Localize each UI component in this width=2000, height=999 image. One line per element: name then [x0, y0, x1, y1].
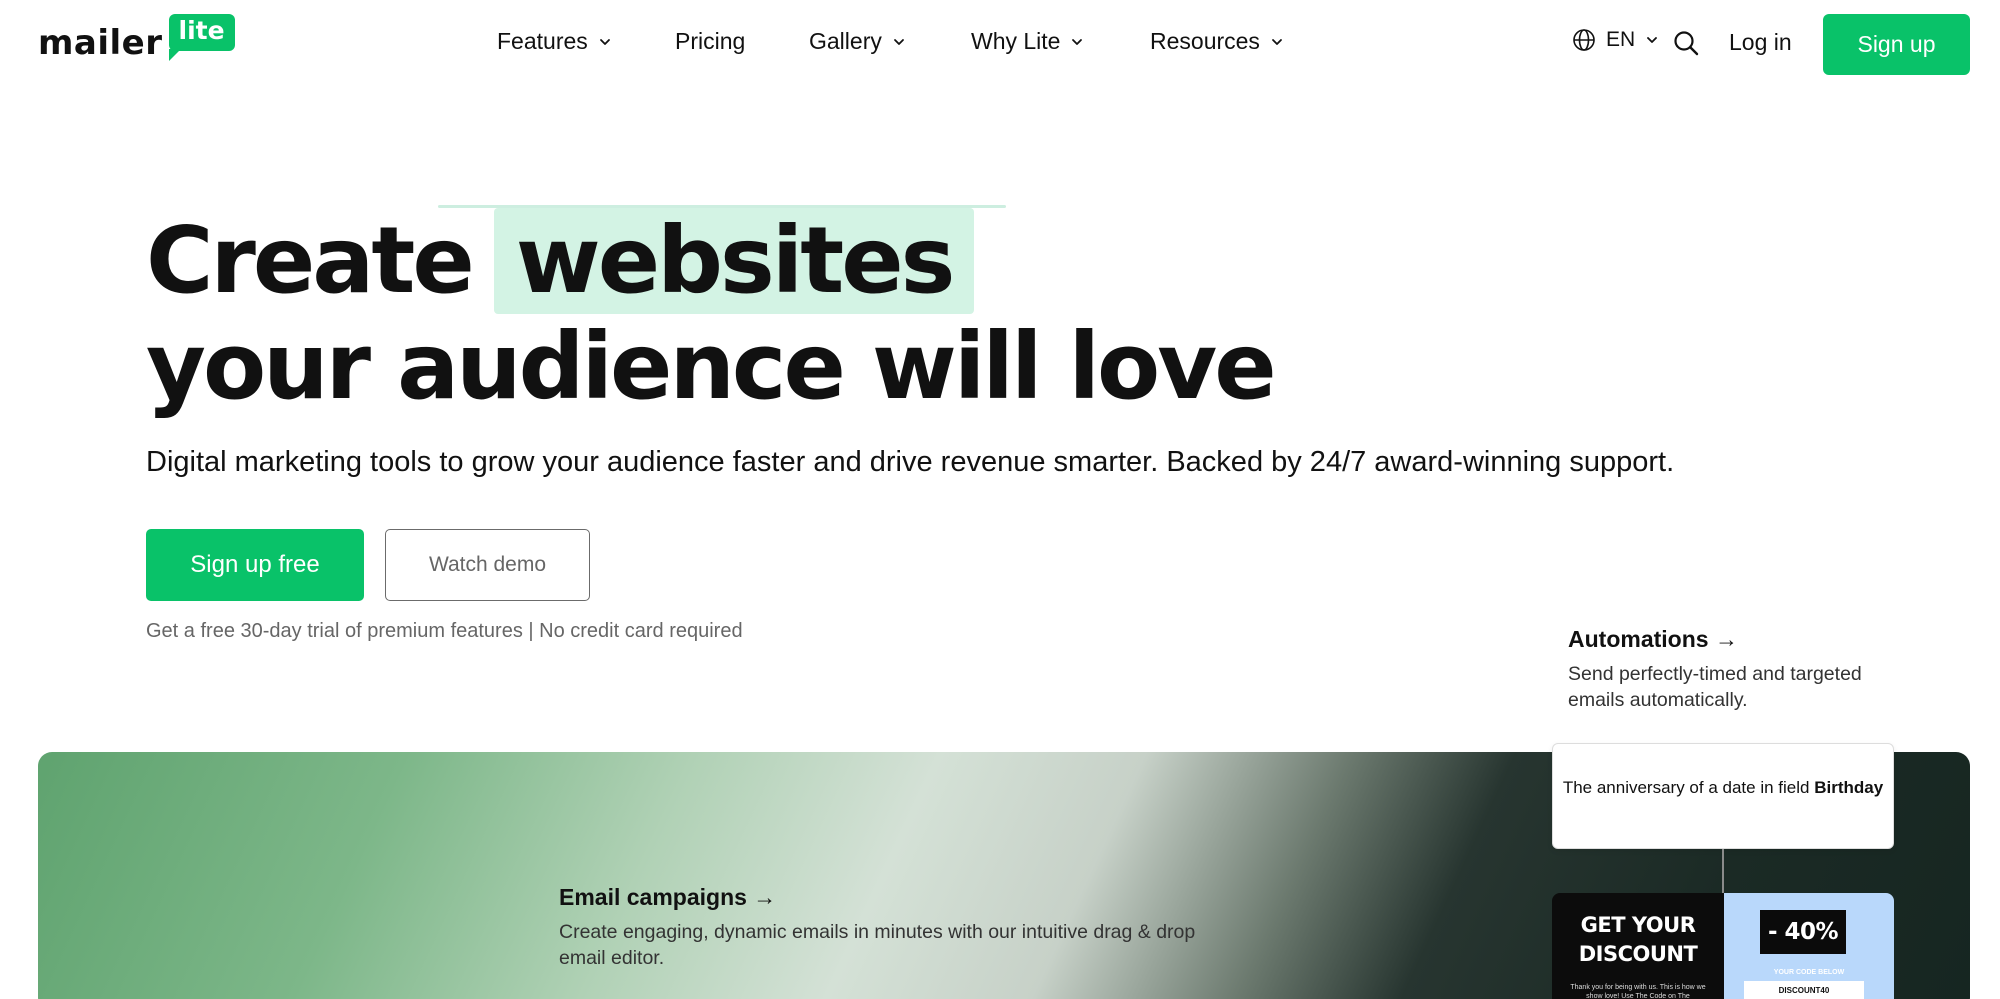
nav-item-resources[interactable]: Resources: [1150, 28, 1284, 55]
nav-item-label: Pricing: [675, 28, 746, 54]
hero-rotating-word: websites: [493, 208, 975, 314]
email-preview-card: GET YOUR DISCOUNT Thank you for being wi…: [1552, 893, 1894, 999]
chevron-down-icon: [893, 38, 904, 45]
promo-body: Thank you for being with us. This is how…: [1570, 984, 1706, 999]
chevron-down-icon: [1272, 38, 1282, 45]
logo-wordmark: mailer: [38, 23, 163, 63]
nav-item-label: Features: [497, 28, 588, 54]
email-campaigns-description: Create engaging, dynamic emails in minut…: [559, 921, 1196, 969]
automations-link[interactable]: Automations →: [1568, 626, 1738, 653]
mailerlite-logo[interactable]: mailer lite: [38, 14, 235, 63]
chevron-down-icon: [1072, 38, 1083, 45]
hero-title-prefix: Create: [146, 207, 475, 314]
automation-trigger-card: The anniversary of a date in field Birth…: [1552, 743, 1894, 849]
workflow-connector: [1722, 849, 1724, 894]
site-header: mailer lite Features Pricing Gallery Why…: [0, 0, 2000, 88]
globe-icon: [1573, 29, 1595, 51]
nav-item-label: Why Lite: [971, 28, 1061, 54]
promo-right-panel: - 40% YOUR CODE BELOW DISCOUNT40: [1724, 893, 1894, 999]
logo-badge: lite: [168, 14, 235, 61]
trigger-text: The anniversary of a date in field: [1562, 778, 1810, 797]
email-campaigns-link[interactable]: Email campaigns →: [559, 884, 776, 911]
hero-title-line-2: your audience will love: [146, 313, 1277, 420]
hero-title-line-1: Create websites: [146, 208, 1274, 314]
search-icon[interactable]: [1673, 30, 1699, 56]
hero-subtitle: Digital marketing tools to grow your aud…: [146, 446, 1675, 478]
hero-title: Create websites your audience will love: [146, 208, 1277, 420]
chevron-down-icon: [599, 38, 610, 45]
watch-demo-button[interactable]: Watch demo: [385, 529, 590, 601]
promo-code: DISCOUNT40: [1744, 981, 1864, 999]
nav-item-features[interactable]: Features: [497, 28, 612, 55]
nav-item-label: Gallery: [809, 28, 882, 54]
trial-note: Get a free 30-day trial of premium featu…: [146, 620, 743, 642]
promo-code-label: YOUR CODE BELOW: [1773, 969, 1845, 976]
automations-description: Send perfectly-timed and targeted emails…: [1568, 663, 1862, 711]
signup-free-button[interactable]: Sign up free: [146, 529, 364, 601]
signup-button[interactable]: Sign up: [1823, 14, 1970, 75]
nav-item-pricing[interactable]: Pricing: [675, 28, 745, 55]
chevron-down-icon: [1647, 37, 1658, 43]
nav-item-label: Resources: [1150, 28, 1260, 54]
nav-item-why-lite[interactable]: Why Lite: [971, 28, 1084, 55]
nav-item-gallery[interactable]: Gallery: [809, 28, 906, 55]
language-code: EN: [1606, 28, 1636, 51]
promo-heading-1: GET YOUR: [1580, 913, 1696, 937]
trigger-field: Birthday: [1814, 778, 1884, 797]
discount-tag: - 40%: [1760, 910, 1846, 954]
language-selector[interactable]: EN: [1572, 28, 1659, 52]
promo-heading-2: DISCOUNT: [1578, 942, 1698, 966]
login-link[interactable]: Log in: [1729, 29, 1792, 56]
promo-left-panel: GET YOUR DISCOUNT Thank you for being wi…: [1552, 893, 1724, 999]
